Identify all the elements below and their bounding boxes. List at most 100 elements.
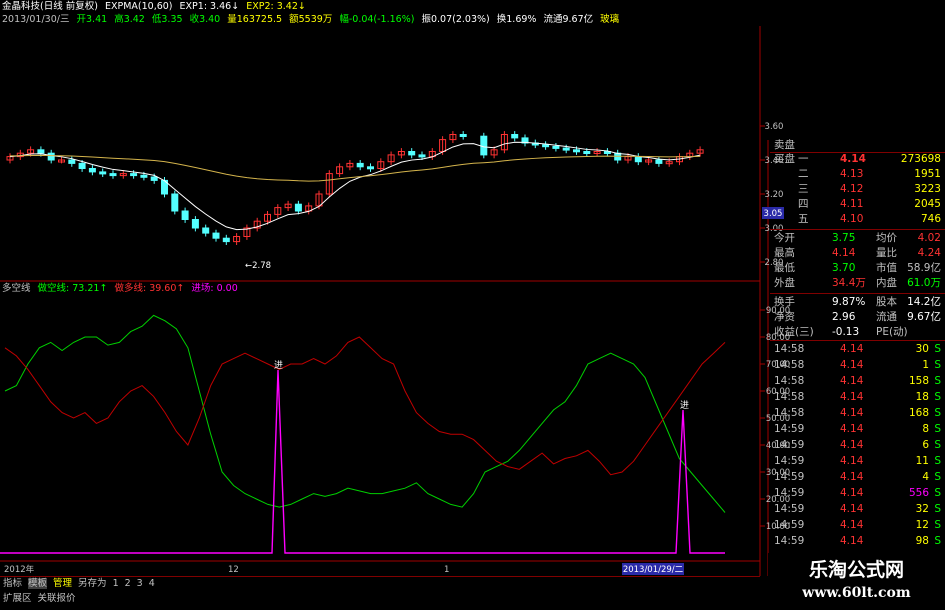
tab-0[interactable]: 指标: [3, 578, 22, 589]
tick-time: 14:59: [774, 471, 805, 483]
buy-price: 4.13: [840, 168, 864, 180]
stat-row: 净资 2.96 流通 9.67亿: [770, 310, 945, 325]
tick-price: 4.14: [840, 471, 864, 483]
entry-marker: 进: [274, 360, 283, 371]
indicator-title: 多空线: [2, 283, 31, 294]
watermark: 乐淘公式网 www.60lt.com: [768, 553, 945, 609]
buy-price: 4.14: [840, 153, 866, 165]
price-tick-label: 3.60: [765, 122, 784, 132]
tick-time: 14:59: [774, 439, 805, 451]
tick-row: 14:59 4.14 98 S: [770, 534, 945, 549]
tick-side: S: [934, 423, 941, 435]
close-value: 收3.40: [189, 14, 221, 25]
short-line-value: 做空线: 73.21↑: [37, 283, 108, 294]
stat-row: 收益(三) -0.13 PE(动): [770, 325, 945, 340]
tick-side: S: [934, 471, 941, 483]
tick-price: 4.14: [840, 519, 864, 531]
buy-level: 四: [798, 198, 809, 210]
candle-body: [552, 145, 560, 149]
buy-row: 三 4.12 3223: [770, 182, 945, 197]
candle-body: [480, 135, 488, 156]
expma-short-line: [9, 141, 701, 231]
entry-marker: 进: [680, 400, 689, 411]
stat-key: 最低: [774, 262, 795, 274]
bottom-toolbar: 指标 模板 管理 另存为 1 2 3 4: [0, 576, 760, 591]
candle-body: [573, 149, 580, 153]
stat-row: 最高 4.14 量比 4.24: [770, 246, 945, 261]
tick-price: 4.14: [840, 359, 864, 371]
tick-time: 14:59: [774, 535, 805, 547]
date-label: 12: [228, 565, 239, 575]
tick-time: 14:59: [774, 503, 805, 515]
tab-4[interactable]: 1: [113, 578, 119, 589]
candle-body: [140, 174, 148, 178]
tick-volume: 6: [922, 439, 929, 451]
tick-row: 14:59 4.14 8 S: [770, 422, 945, 437]
exp1-value: EXP1: 3.46↓: [179, 1, 240, 12]
stat-value: 9.87%: [832, 296, 866, 308]
tick-row: 14:58 4.14 168 S: [770, 406, 945, 421]
tick-side: S: [934, 535, 941, 547]
candle-body: [150, 176, 158, 181]
candle-body: [78, 162, 86, 169]
candle-body: [634, 156, 642, 163]
candle-body: [47, 152, 55, 161]
candle-body: [88, 168, 96, 173]
stat-value: 2.96: [832, 311, 856, 323]
tick-volume: 158: [908, 375, 929, 387]
low-value: 低3.35: [151, 14, 183, 25]
candle-body: [542, 144, 550, 148]
tick-side: S: [934, 455, 941, 467]
tab-2[interactable]: 管理: [53, 578, 72, 589]
stat-value: 34.4万: [832, 277, 866, 289]
candle-body: [408, 151, 416, 156]
stat-row: 最低 3.70 市值 58.9亿: [770, 261, 945, 276]
tick-volume: 98: [915, 535, 929, 547]
tick-volume: 556: [908, 487, 929, 499]
turnover-value: 换1.69%: [496, 14, 537, 25]
tick-separator: [770, 340, 945, 341]
bottom-toolbar-2: 扩展区 关联报价: [0, 591, 760, 607]
date-label: 1: [444, 565, 449, 575]
expma-long-line: [9, 154, 701, 182]
candle-body: [37, 149, 45, 154]
tab-6[interactable]: 3: [137, 578, 143, 589]
tab-1[interactable]: 模板: [28, 578, 48, 589]
stat-key: 净资: [774, 311, 795, 323]
buy-row: 四 4.11 2045: [770, 197, 945, 212]
candle-body: [171, 193, 179, 212]
stat-row: 换手 9.87% 股本 14.2亿: [770, 295, 945, 310]
entry-value: 进场: 0.00: [191, 283, 238, 294]
tick-volume: 168: [908, 407, 929, 419]
tick-price: 4.14: [840, 423, 864, 435]
candle-body: [109, 173, 117, 177]
tick-time: 14:59: [774, 487, 805, 499]
stat-key: 流通: [876, 311, 897, 323]
stat-value: 58.9亿: [907, 262, 941, 274]
date-value: 2013/01/30/三: [2, 14, 70, 25]
tick-row: 14:59 4.14 32 S: [770, 502, 945, 517]
low-price-annotation: ←2.78: [245, 261, 271, 271]
chart-header-line2: 2013/01/30/三 开3.41 高3.42 低3.35 收3.40 量16…: [2, 14, 623, 26]
tick-side: S: [934, 487, 941, 499]
long-line-value: 做多线: 39.60↑: [114, 283, 185, 294]
tick-price: 4.14: [840, 487, 864, 499]
tab-7[interactable]: 4: [149, 578, 155, 589]
tick-row: 14:59 4.14 556 S: [770, 486, 945, 501]
stat-key: 市值: [876, 262, 897, 274]
tab2-0[interactable]: 扩展区: [3, 593, 32, 604]
stat-key: 收益(三): [774, 326, 814, 338]
tick-price: 4.14: [840, 535, 864, 547]
buy-row: 买盘一 4.14 273698: [770, 152, 945, 167]
tab2-1[interactable]: 关联报价: [38, 593, 76, 604]
chart-header-line1: 金晶科技(日线 前复权) EXPMA(10,60) EXP1: 3.46↓ EX…: [2, 1, 310, 13]
date-label: 2012年: [4, 564, 35, 575]
tick-time: 14:59: [774, 455, 805, 467]
candle-body: [191, 219, 199, 229]
tick-row: 14:59 4.14 12 S: [770, 518, 945, 533]
volume-value: 量163725.5: [227, 14, 283, 25]
tick-time: 14:58: [774, 343, 805, 355]
tab-3[interactable]: 另存为: [78, 578, 107, 589]
tab-5[interactable]: 2: [125, 578, 131, 589]
tick-row: 14:58 4.14 30 S: [770, 342, 945, 357]
